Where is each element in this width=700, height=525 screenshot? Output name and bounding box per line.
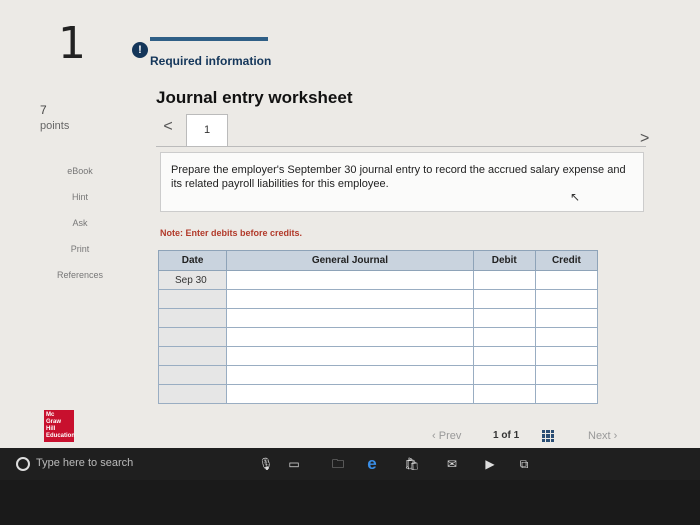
next-button[interactable]: Next › bbox=[588, 430, 617, 442]
logo-line: Hill bbox=[46, 426, 56, 432]
credit-header: Credit bbox=[534, 250, 599, 271]
mail-icon[interactable]: ✉ bbox=[444, 456, 460, 472]
page-total: 1 bbox=[513, 430, 520, 441]
browser-screen: 1 ! Required information 7 points eBook … bbox=[0, 0, 700, 450]
points-value: 7 bbox=[40, 103, 47, 117]
journal-header-row: Date General Journal Debit Credit bbox=[157, 250, 599, 271]
taskbar-search-input[interactable]: Type here to search bbox=[36, 457, 133, 469]
chevron-left-icon[interactable]: < bbox=[156, 118, 180, 138]
debit-input[interactable] bbox=[472, 270, 536, 290]
credit-input[interactable] bbox=[534, 384, 599, 404]
grid-view-icon[interactable] bbox=[542, 430, 554, 442]
microphone-icon[interactable]: 🎙 bbox=[258, 456, 274, 472]
file-explorer-icon[interactable]: 🗀 bbox=[330, 456, 346, 472]
credit-input[interactable] bbox=[534, 346, 599, 366]
date-cell bbox=[157, 365, 228, 385]
question-number: 1 bbox=[58, 18, 86, 69]
app-icon[interactable]: ▶ bbox=[482, 456, 498, 472]
debit-input[interactable] bbox=[472, 327, 536, 347]
points-label: points bbox=[40, 120, 70, 132]
sidebar-item-print[interactable]: Print bbox=[40, 244, 120, 270]
sidebar-item-hint[interactable]: Hint bbox=[40, 192, 120, 218]
edge-browser-icon[interactable]: e bbox=[364, 455, 380, 472]
store-icon[interactable]: 🛍 bbox=[404, 456, 420, 472]
prev-button[interactable]: ‹ Prev bbox=[432, 430, 461, 442]
sidebar-item-ebook[interactable]: eBook bbox=[40, 166, 120, 192]
date-cell bbox=[157, 346, 228, 366]
credit-input[interactable] bbox=[534, 327, 599, 347]
table-row bbox=[157, 327, 599, 347]
info-icon: ! bbox=[132, 42, 148, 58]
journal-table: Date General Journal Debit Credit Sep 30 bbox=[157, 250, 599, 404]
logo-line: Graw bbox=[46, 419, 62, 425]
debit-input[interactable] bbox=[472, 308, 536, 328]
required-info-bar bbox=[150, 37, 268, 41]
date-cell: Sep 30 bbox=[157, 270, 228, 290]
table-row bbox=[157, 365, 599, 385]
table-row bbox=[157, 289, 599, 309]
debit-input[interactable] bbox=[472, 384, 536, 404]
sidebar-item-ask[interactable]: Ask bbox=[40, 218, 120, 244]
account-select[interactable] bbox=[226, 289, 474, 309]
account-select[interactable] bbox=[226, 365, 474, 385]
account-select[interactable] bbox=[226, 346, 474, 366]
logo-line: Education bbox=[46, 433, 76, 439]
table-row bbox=[157, 384, 599, 404]
mcgraw-hill-logo: Mc Graw Hill Education bbox=[44, 410, 76, 442]
debit-input[interactable] bbox=[472, 289, 536, 309]
required-info-label: Required information bbox=[150, 54, 272, 68]
prev-label: Prev bbox=[438, 430, 462, 442]
chevron-right-icon: › bbox=[610, 430, 618, 442]
date-cell bbox=[157, 289, 228, 309]
table-row bbox=[157, 346, 599, 366]
worksheet-title: Journal entry worksheet bbox=[156, 88, 353, 107]
tab-1[interactable]: 1 bbox=[186, 114, 228, 146]
logo-line: Mc bbox=[46, 412, 55, 418]
task-view-icon[interactable]: ▭ bbox=[286, 456, 302, 472]
page-indicator: 1 of 1 bbox=[493, 430, 519, 441]
credit-input[interactable] bbox=[534, 308, 599, 328]
page-current: 1 bbox=[493, 430, 499, 441]
note-text: Note: Enter debits before credits. bbox=[160, 228, 303, 238]
next-label: Next bbox=[588, 430, 611, 442]
date-cell bbox=[157, 308, 228, 328]
debit-input[interactable] bbox=[472, 365, 536, 385]
account-select[interactable] bbox=[226, 327, 474, 347]
credit-input[interactable] bbox=[534, 289, 599, 309]
sidebar: eBook Hint Ask Print References bbox=[40, 166, 120, 296]
debit-input[interactable] bbox=[472, 346, 536, 366]
date-cell bbox=[157, 327, 228, 347]
account-select[interactable] bbox=[226, 270, 474, 290]
date-cell bbox=[157, 384, 228, 404]
credit-input[interactable] bbox=[534, 365, 599, 385]
connect-icon[interactable]: ⧉ bbox=[516, 456, 532, 472]
page-of: of bbox=[501, 430, 511, 441]
table-row bbox=[157, 308, 599, 328]
debit-header: Debit bbox=[472, 250, 536, 271]
sidebar-item-references[interactable]: References bbox=[40, 270, 120, 296]
general-journal-header: General Journal bbox=[226, 250, 474, 271]
account-select[interactable] bbox=[226, 308, 474, 328]
cortana-icon[interactable] bbox=[16, 457, 30, 471]
chevron-left-icon: ‹ bbox=[432, 430, 439, 442]
date-header: Date bbox=[157, 250, 228, 271]
account-select[interactable] bbox=[226, 384, 474, 404]
mouse-cursor-icon: ↖ bbox=[570, 190, 581, 204]
table-row: Sep 30 bbox=[157, 270, 599, 290]
credit-input[interactable] bbox=[534, 270, 599, 290]
